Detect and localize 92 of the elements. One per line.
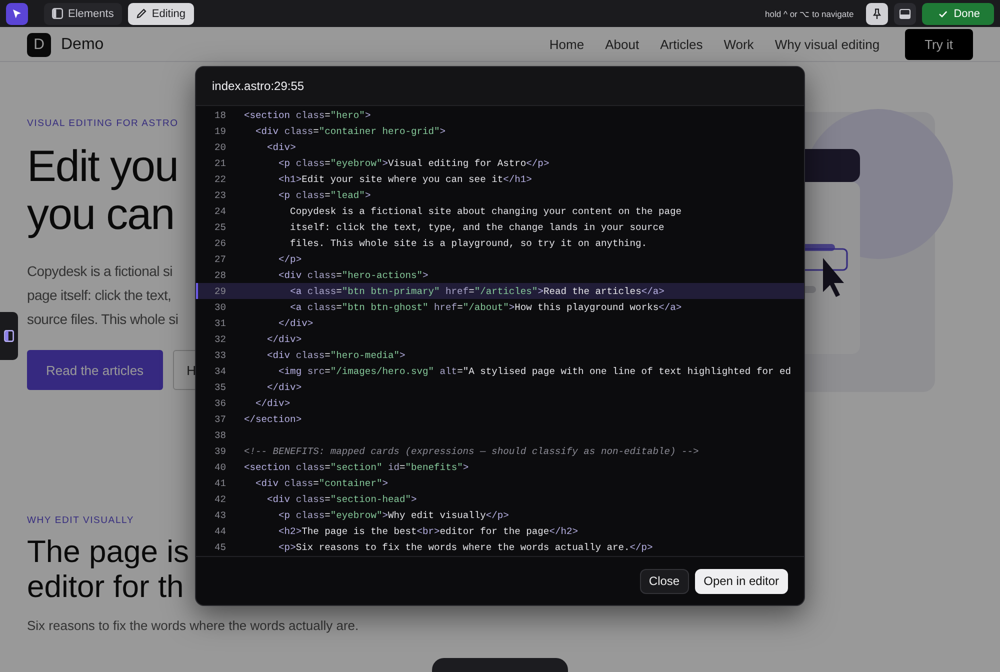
code-line: <a class="btn btn-ghost" href="/about">How this playground works</a> — [289, 302, 682, 312]
line-number: 42 — [213, 494, 226, 504]
done-button[interactable]: Done — [922, 2, 994, 24]
dialog-title: index.astro:29:55 — [212, 79, 304, 93]
line-number: 37 — [213, 414, 226, 424]
code-line: </p> — [278, 254, 302, 264]
line-number: 44 — [213, 526, 226, 536]
line-number: 39 — [213, 446, 226, 456]
primary-link-button[interactable]: Read the articles — [27, 350, 163, 390]
line-number: 27 — [213, 254, 226, 264]
nav-link[interactable]: Home — [549, 37, 584, 52]
code-line: <a class="btn btn-primary" href="/articles">Read the articles</a> — [289, 286, 664, 296]
brand-name[interactable]: Demo — [61, 36, 104, 54]
line-number: 32 — [213, 334, 226, 344]
line-number: 34 — [213, 366, 226, 376]
code-line: files. This whole site is a playground, so try it on anything. — [289, 238, 648, 248]
section-heading-line: The page is — [27, 534, 189, 569]
code-line: Copydesk is a fictional site about changing your content on the page — [289, 206, 682, 216]
close-button[interactable]: Close — [640, 568, 689, 594]
code-line: <div class="hero-actions"> — [278, 270, 428, 280]
code-line: <!-- BENEFITS: mapped cards (expressions — should classify as non-editable) --> — [244, 446, 699, 456]
mode-tab[interactable]: Elements — [44, 2, 122, 24]
code-line: <section class="section" id="benefits"> — [244, 462, 469, 472]
line-number: 19 — [213, 126, 226, 136]
line-number: 30 — [213, 302, 226, 312]
eyebrow-text: WHY EDIT VISUALLY — [27, 515, 134, 526]
try-it-button[interactable]: Try it — [904, 29, 973, 60]
hero-heading-line: you can — [27, 191, 174, 239]
eyebrow-text: VISUAL EDITING FOR ASTRO — [27, 118, 178, 129]
code-line: <p class="lead"> — [278, 190, 371, 200]
mode-tab[interactable]: Editing — [128, 2, 194, 24]
code-line: <p>Six reasons to fix the words where the words actually are.</p> — [278, 542, 653, 552]
open-in-editor-button[interactable]: Open in editor — [694, 568, 788, 594]
line-number: 36 — [213, 398, 226, 408]
pin-button[interactable] — [866, 2, 888, 24]
code-line: <div class="container hero-grid"> — [254, 126, 446, 136]
check-icon — [938, 8, 948, 18]
navigation-hint: hold ^ or ⌥ to navigate — [765, 8, 854, 18]
pointer-tool-button[interactable] — [6, 2, 28, 24]
code-line: <div> — [266, 142, 296, 152]
code-line: <div class="section-head"> — [266, 494, 417, 504]
line-number: 21 — [213, 158, 226, 168]
section-intro-text: Six reasons to fix the words where the words actually are. — [27, 618, 359, 633]
nav-link[interactable]: Articles — [660, 37, 703, 52]
code-line: <p class="eyebrow">Why edit visually</p> — [278, 510, 509, 520]
dock-panel-button[interactable] — [894, 2, 916, 24]
code-line: <div class="hero-media"> — [266, 350, 406, 360]
nav-link[interactable]: Why visual editing — [774, 37, 880, 52]
line-number: 40 — [213, 462, 226, 472]
section-heading-line: editor for th — [27, 569, 184, 604]
code-line: </div> — [266, 382, 302, 392]
line-number: 23 — [213, 190, 226, 200]
code-line: <section class="hero"> — [244, 110, 371, 120]
sidebar-icon — [52, 8, 63, 19]
line-number: 45 — [213, 542, 226, 552]
code-line: </div> — [278, 318, 314, 328]
pencil-icon — [136, 8, 147, 19]
line-number: 33 — [213, 350, 226, 360]
line-number: 20 — [213, 142, 226, 152]
code-line: <h2>The page is the best<br>editor for the page</h2> — [278, 526, 578, 536]
line-number: 43 — [213, 510, 226, 520]
code-line: itself: click the text, type, and the change lands in your source — [289, 222, 664, 232]
line-number: 25 — [213, 222, 226, 232]
line-number: 29 — [213, 286, 226, 296]
sidebar-icon — [4, 330, 14, 342]
line-number: 18 — [213, 110, 226, 120]
code-line: <div class="container"> — [254, 478, 388, 488]
code-line: <p class="eyebrow">Visual editing for Astro</p> — [278, 158, 550, 168]
logo-mark[interactable]: D — [27, 32, 51, 56]
nav-link[interactable]: About — [605, 37, 640, 52]
lead-text-line: Copydesk is a fictional si — [27, 262, 172, 281]
line-number: 31 — [213, 318, 226, 328]
line-number: 24 — [213, 206, 226, 216]
hero-heading-line: Edit you — [27, 143, 178, 191]
code-line: <img src="/images/hero.svg" alt="A stylised page with one line of text highlighted for ed — [278, 366, 791, 376]
nav-link[interactable]: Work — [724, 37, 754, 52]
code-line: </section> — [244, 414, 302, 424]
line-number: 41 — [213, 478, 226, 488]
pin-icon — [870, 8, 883, 20]
sidebar-toggle-button[interactable] — [0, 312, 18, 360]
code-line: </div> — [266, 334, 302, 344]
line-number: 35 — [213, 382, 226, 392]
cursor-icon — [11, 8, 23, 20]
panel-icon — [898, 8, 911, 20]
line-number: 38 — [213, 430, 226, 440]
lead-text-line: source files. This whole si — [27, 310, 178, 329]
code-line: </div> — [254, 398, 290, 408]
line-number: 26 — [213, 238, 226, 248]
line-number: 28 — [213, 270, 226, 280]
code-line: <h1>Edit your site where you can see it</h1> — [278, 174, 532, 184]
line-number: 22 — [213, 174, 226, 184]
lead-text-line: page itself: click the text, — [27, 286, 172, 305]
